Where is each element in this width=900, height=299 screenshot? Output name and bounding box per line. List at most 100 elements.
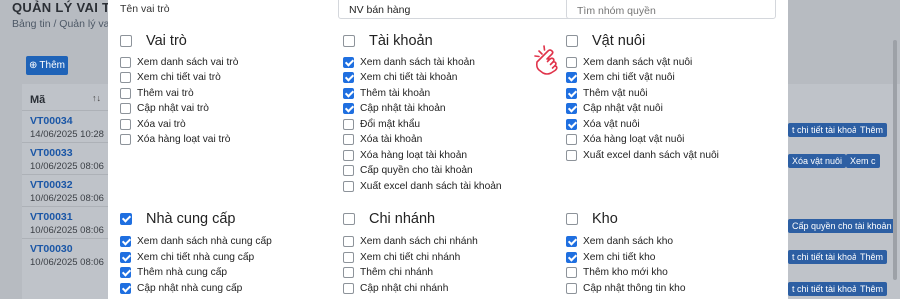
group-header-suppliers[interactable]: Nhà cung cấp [120, 211, 235, 227]
permission-item[interactable]: Xóa hàng loạt tài khoản [343, 148, 467, 163]
row-code[interactable]: VT00031 [30, 211, 73, 223]
table-row[interactable]: VT00034 14/06/2025 10:28 [22, 110, 110, 142]
table-row[interactable]: VT00033 10/06/2025 08:06 [22, 142, 110, 174]
permission-item[interactable]: Xem danh sách vật nuôi [566, 55, 692, 70]
permission-checkbox[interactable] [566, 236, 577, 247]
permission-checkbox[interactable] [120, 119, 131, 130]
permission-item[interactable]: Xóa vật nuôi [566, 117, 640, 132]
permission-item[interactable]: Thêm vật nuôi [566, 86, 648, 101]
permission-checkbox[interactable] [566, 57, 577, 68]
group-checkbox-warehouse[interactable] [566, 213, 578, 225]
group-header-branches[interactable]: Chi nhánh [343, 211, 435, 227]
permission-item[interactable]: Thêm tài khoản [343, 86, 430, 101]
permission-item[interactable]: Cập nhật tài khoản [343, 101, 446, 116]
permission-item[interactable]: Xuất excel danh sách tài khoản [343, 179, 502, 194]
permission-item[interactable]: Xóa tài khoản [343, 132, 422, 147]
permission-checkbox[interactable] [120, 134, 131, 145]
permission-item[interactable]: Xóa vai trò [120, 117, 186, 132]
table-row[interactable]: VT00032 10/06/2025 08:06 [22, 174, 110, 206]
permission-item[interactable]: Thêm nhà cung cấp [120, 265, 227, 280]
permission-checkbox[interactable] [566, 150, 577, 161]
permission-item[interactable]: Xem danh sách chi nhánh [343, 234, 478, 249]
permission-checkbox[interactable] [566, 72, 577, 83]
permission-checkbox[interactable] [343, 88, 354, 99]
permission-checkbox[interactable] [343, 72, 354, 83]
permission-item[interactable]: Xem danh sách nhà cung cấp [120, 234, 272, 249]
permission-checkbox[interactable] [343, 283, 354, 294]
group-checkbox-suppliers[interactable] [120, 213, 132, 225]
permission-item[interactable]: Xuất excel danh sách vật nuôi [566, 148, 719, 163]
row-code[interactable]: VT00033 [30, 147, 73, 159]
permission-group-search-input[interactable] [566, 0, 776, 19]
permission-item[interactable]: Cập nhật vật nuôi [566, 101, 663, 116]
group-checkbox-accounts[interactable] [343, 35, 355, 47]
permission-checkbox[interactable] [343, 267, 354, 278]
group-header-livestock[interactable]: Vật nuôi [566, 33, 645, 49]
permission-item[interactable]: Thêm kho mới kho [566, 265, 668, 280]
permission-chip: t chi tiết tài khoản [788, 123, 867, 137]
permission-checkbox[interactable] [343, 165, 354, 176]
add-button[interactable]: ⊕ Thêm [26, 56, 68, 75]
sort-icon[interactable]: ↑↓ [92, 93, 101, 103]
group-checkbox-roles[interactable] [120, 35, 132, 47]
table-row[interactable]: VT00031 10/06/2025 08:06 [22, 206, 110, 238]
permission-label: Xem danh sách kho [583, 236, 674, 247]
group-checkbox-livestock[interactable] [566, 35, 578, 47]
row-code[interactable]: VT00030 [30, 243, 73, 255]
permission-item[interactable]: Xem chi tiết tài khoản [343, 70, 457, 85]
permission-checkbox[interactable] [566, 103, 577, 114]
row-code[interactable]: VT00032 [30, 179, 73, 191]
permission-checkbox[interactable] [566, 119, 577, 130]
permission-item[interactable]: Xem chi tiết vật nuôi [566, 70, 675, 85]
permission-checkbox[interactable] [343, 119, 354, 130]
permission-item[interactable]: Cấp quyền cho tài khoản [343, 163, 473, 178]
permission-item[interactable]: Thêm chi nhánh [343, 265, 433, 280]
permission-checkbox[interactable] [566, 252, 577, 263]
table-row[interactable]: VT00030 10/06/2025 08:06 [22, 238, 110, 270]
permission-checkbox[interactable] [120, 72, 131, 83]
permission-item[interactable]: Cập nhật thông tin kho [566, 281, 686, 296]
permission-item[interactable]: Cập nhật chi nhánh [343, 281, 448, 296]
permission-checkbox[interactable] [120, 236, 131, 247]
breadcrumb-item-home[interactable]: Bảng tin [12, 18, 51, 30]
permission-item[interactable]: Đổi mật khẩu [343, 117, 420, 132]
permission-item[interactable]: Xem chi tiết chi nhánh [343, 250, 460, 265]
page-scrollbar[interactable] [893, 40, 897, 280]
permission-checkbox[interactable] [120, 267, 131, 278]
permission-checkbox[interactable] [343, 57, 354, 68]
permission-item[interactable]: Cập nhật vai trò [120, 101, 209, 116]
permission-item[interactable]: Xem chi tiết nhà cung cấp [120, 250, 254, 265]
permission-item[interactable]: Xem danh sách vai trò [120, 55, 238, 70]
group-title: Kho [592, 211, 618, 227]
permission-checkbox[interactable] [343, 236, 354, 247]
permission-checkbox[interactable] [566, 283, 577, 294]
permission-checkbox[interactable] [343, 150, 354, 161]
row-code[interactable]: VT00034 [30, 115, 73, 127]
group-title: Nhà cung cấp [146, 211, 236, 227]
permission-checkbox[interactable] [343, 103, 354, 114]
permission-checkbox[interactable] [120, 57, 131, 68]
permission-item[interactable]: Cập nhật nhà cung cấp [120, 281, 242, 296]
permission-checkbox[interactable] [343, 181, 354, 192]
permission-item[interactable]: Thêm vai trò [120, 86, 194, 101]
permission-checkbox[interactable] [120, 252, 131, 263]
group-header-warehouse[interactable]: Kho [566, 211, 618, 227]
permission-checkbox[interactable] [120, 88, 131, 99]
permission-item[interactable]: Xóa hàng loạt vai trò [120, 132, 230, 147]
permission-checkbox[interactable] [566, 88, 577, 99]
permission-item[interactable]: Xóa hàng loạt vật nuôi [566, 132, 684, 147]
group-header-roles[interactable]: Vai trò [120, 33, 187, 49]
permission-item[interactable]: Xem chi tiết kho [566, 250, 655, 265]
permission-item[interactable]: Xem danh sách tài khoản [343, 55, 475, 70]
permission-checkbox[interactable] [120, 283, 131, 294]
permission-item[interactable]: Xem danh sách kho [566, 234, 673, 249]
permission-checkbox[interactable] [343, 252, 354, 263]
permission-checkbox[interactable] [343, 134, 354, 145]
group-checkbox-branches[interactable] [343, 213, 355, 225]
permission-checkbox[interactable] [120, 103, 131, 114]
permission-checkbox[interactable] [566, 267, 577, 278]
group-header-accounts[interactable]: Tài khoản [343, 33, 433, 49]
permission-label: Thêm kho mới kho [583, 267, 668, 278]
permission-checkbox[interactable] [566, 134, 577, 145]
permission-item[interactable]: Xem chi tiết vai trò [120, 70, 221, 85]
